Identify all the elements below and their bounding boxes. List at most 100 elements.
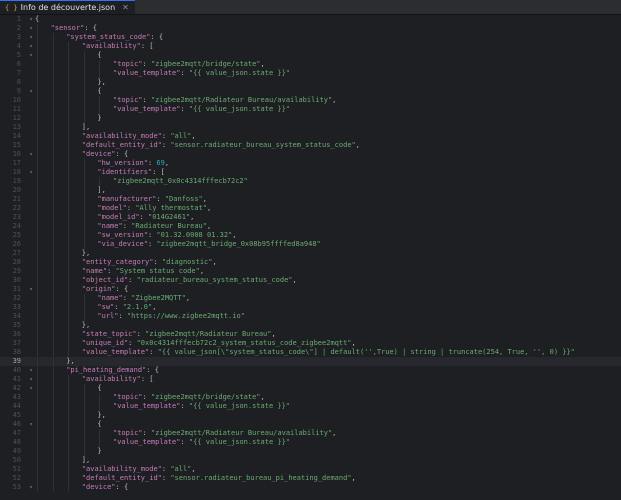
fold-arrow-icon[interactable]: ▾: [27, 87, 35, 96]
code-line[interactable]: 32 "name": "Zigbee2MQTT",: [0, 294, 621, 303]
indent-guide: [37, 321, 38, 330]
json-string: "{{ value_json.state }}": [188, 105, 291, 113]
line-number: 3: [16, 33, 21, 41]
indent-guide: [68, 267, 70, 276]
code-line[interactable]: 47 "topic": "zigbee2mqtt/Radiateur Bureau…: [0, 429, 621, 438]
code-line[interactable]: 23 "model_id": "014G2461",: [0, 213, 621, 222]
code-line[interactable]: 35},: [0, 321, 621, 330]
code-line[interactable]: 45},: [0, 411, 621, 420]
indent-guide: [52, 348, 54, 357]
indent-guide: [52, 123, 54, 132]
indent-guide: [52, 456, 54, 465]
json-punctuation: :: [142, 60, 151, 68]
code-line[interactable]: 50],: [0, 456, 621, 465]
indent-guide: [52, 159, 54, 168]
line-number: 2: [16, 24, 21, 32]
code-line[interactable]: 43 "topic": "zigbee2mqtt/bridge/state",: [0, 393, 621, 402]
json-punctuation: :: [156, 195, 165, 203]
code-line[interactable]: 42 ▾ {: [0, 384, 621, 393]
code-line[interactable]: 40 ▾ "pi_heating_demand": {: [0, 366, 621, 375]
line-number: 19: [12, 177, 21, 185]
json-key: "availability": [81, 42, 141, 50]
code-line[interactable]: 48 "value_template": "{{ value_json.state…: [0, 438, 621, 447]
fold-arrow-icon[interactable]: ▾: [27, 24, 35, 33]
code-line[interactable]: 11 "value_template": "{{ value_json.state…: [0, 105, 621, 114]
fold-arrow-icon[interactable]: ▾: [27, 285, 35, 294]
indent-guide: [37, 159, 38, 168]
code-line[interactable]: 41 ▾ "availability": [: [0, 375, 621, 384]
code-line[interactable]: 30 "object_id": "radiateur_bureau_system_…: [0, 276, 621, 285]
code-line[interactable]: 36 "state_topic": "zigbee2mqtt/Radiateur …: [0, 330, 621, 339]
code-line[interactable]: 12}: [0, 114, 621, 123]
indent-guide: [68, 312, 70, 321]
code-line[interactable]: 15 "default_entity_id": "sensor.radiateur…: [0, 141, 621, 150]
fold-arrow-icon[interactable]: ▾: [27, 33, 35, 42]
code-line[interactable]: 29 "name": "System status code",: [0, 267, 621, 276]
code-line[interactable]: 28 "entity_category": "diagnostic",: [0, 258, 621, 267]
code-line[interactable]: 1 ▾{: [0, 15, 621, 24]
indent-guide: [68, 456, 70, 465]
close-icon[interactable]: ✕: [122, 3, 129, 12]
code-line[interactable]: 8},: [0, 78, 621, 87]
line-number: 7: [16, 69, 21, 77]
indent-guide: [68, 168, 70, 177]
code-line[interactable]: 5 ▾ {: [0, 51, 621, 60]
code-line[interactable]: 26 "via_device": "zigbee2mqtt_bridge_0x08…: [0, 240, 621, 249]
line-number: 22: [12, 204, 21, 212]
line-number: 46: [12, 420, 21, 428]
indent-guide: [37, 132, 38, 141]
fold-arrow-icon[interactable]: ▾: [27, 42, 35, 51]
code-line[interactable]: 52 "default_entity_id": "sensor.radiateur…: [0, 474, 621, 483]
code-line[interactable]: 37 "unique_id": "0x0c4314fffecb72c2_syste…: [0, 339, 621, 348]
fold-arrow-icon[interactable]: ▾: [27, 366, 35, 375]
code-text: },: [82, 321, 90, 330]
fold-arrow-icon[interactable]: ▾: [27, 483, 35, 492]
indent-guide: [52, 177, 54, 186]
code-line[interactable]: 17 "hw_version": 69,: [0, 159, 621, 168]
json-string: "diagnostic": [161, 258, 213, 266]
code-line[interactable]: 10 "topic": "zigbee2mqtt/Radiateur Bureau…: [0, 96, 621, 105]
indent-guide: [37, 51, 38, 60]
code-line[interactable]: 18 ▾ "identifiers": [: [0, 168, 621, 177]
code-line[interactable]: 9 ▾ {: [0, 87, 621, 96]
code-line[interactable]: 6 "topic": "zigbee2mqtt/bridge/state",: [0, 60, 621, 69]
code-line[interactable]: 53 ▾ "device": {: [0, 483, 621, 492]
code-line[interactable]: 3 ▾ "system_status_code": {: [0, 33, 621, 42]
indent-guide: [37, 402, 38, 411]
fold-arrow-icon[interactable]: ▾: [27, 168, 35, 177]
code-line[interactable]: 20],: [0, 186, 621, 195]
code-line[interactable]: 2 ▾ "sensor": {: [0, 24, 621, 33]
fold-arrow-icon[interactable]: ▾: [27, 375, 35, 384]
code-line[interactable]: 33 "sw": "2.1.0",: [0, 303, 621, 312]
fold-arrow-icon[interactable]: ▾: [27, 384, 35, 393]
code-line[interactable]: 39},: [0, 357, 621, 366]
code-line[interactable]: 16 ▾ "device": {: [0, 150, 621, 159]
indent-guide: [68, 411, 70, 420]
fold-arrow-icon[interactable]: ▾: [27, 51, 35, 60]
code-line[interactable]: 38 "value_template": "{{ value_json[\"sys…: [0, 348, 621, 357]
fold-arrow-icon[interactable]: ▾: [27, 150, 35, 159]
code-line[interactable]: 14 "availability_mode": "all",: [0, 132, 621, 141]
indent-guide: [52, 213, 54, 222]
code-line[interactable]: 49}: [0, 447, 621, 456]
indent-guide: [52, 51, 54, 60]
line-number: 34: [12, 312, 21, 320]
code-line[interactable]: 21 "manufacturer": "Danfoss",: [0, 195, 621, 204]
code-editor[interactable]: 1 ▾{2 ▾ "sensor": {3 ▾ "system_status_code": …: [0, 15, 621, 500]
code-line[interactable]: 4 ▾ "availability": [: [0, 42, 621, 51]
code-line[interactable]: 13],: [0, 123, 621, 132]
code-line[interactable]: 24 "name": "Radiateur Bureau",: [0, 222, 621, 231]
code-line[interactable]: 25 "sw_version": "01.32.0008 01.32",: [0, 231, 621, 240]
code-line[interactable]: 44 "value_template": "{{ value_json.state…: [0, 402, 621, 411]
fold-arrow-icon[interactable]: ▾: [27, 15, 35, 24]
code-line[interactable]: 19 "zigbee2mqtt_0x0c4314fffecb72c2": [0, 177, 621, 186]
code-line[interactable]: 22 "model": "Ally thermostat",: [0, 204, 621, 213]
code-line[interactable]: 46 ▾ {: [0, 420, 621, 429]
code-line[interactable]: 51 "availability_mode": "all",: [0, 465, 621, 474]
code-line[interactable]: 27},: [0, 249, 621, 258]
code-line[interactable]: 31 ▾ "origin": {: [0, 285, 621, 294]
tab-info-de-decouverte-json[interactable]: { } Info de découverte.json ✕: [0, 0, 135, 14]
code-line[interactable]: 34 "url": "https://www.zigbee2mqtt.io": [0, 312, 621, 321]
fold-arrow-icon[interactable]: ▾: [27, 420, 35, 429]
code-line[interactable]: 7 "value_template": "{{ value_json.state …: [0, 69, 621, 78]
